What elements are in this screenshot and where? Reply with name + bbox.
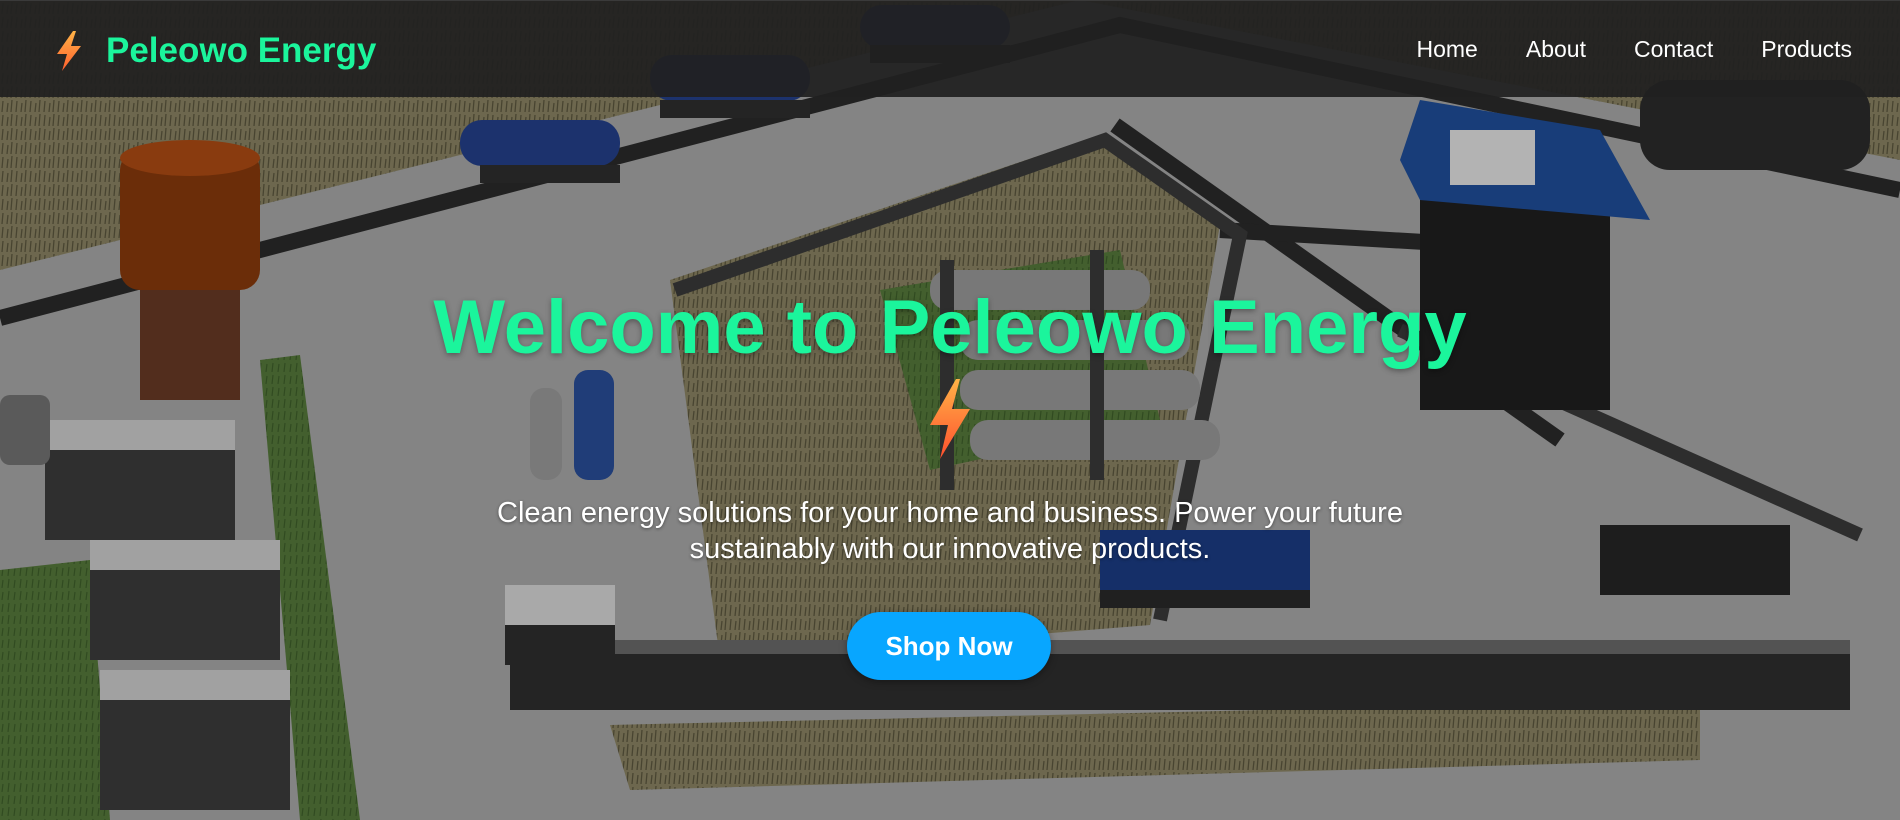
- nav-link-products[interactable]: Products: [1761, 34, 1852, 64]
- brand[interactable]: Peleowo Energy: [54, 31, 376, 71]
- hero-description: Clean energy solutions for your home and…: [497, 497, 1403, 565]
- shop-now-button[interactable]: Shop Now: [847, 612, 1051, 680]
- hero-content: Welcome to Peleowo Energy Clean energy s…: [350, 285, 1550, 567]
- nav-link-contact[interactable]: Contact: [1634, 34, 1713, 64]
- lightning-bolt-icon: [930, 379, 970, 459]
- nav-link-home[interactable]: Home: [1417, 34, 1478, 64]
- navbar: Peleowo Energy Home About Contact Produc…: [0, 0, 1900, 97]
- nav-link-about[interactable]: About: [1526, 34, 1586, 64]
- hero-section: Welcome to Peleowo Energy Clean energy s…: [0, 0, 1900, 820]
- nav-menu: Home About Contact Products: [1417, 34, 1853, 64]
- lightning-bolt-icon: [57, 31, 81, 71]
- hero-title: Welcome to Peleowo Energy: [433, 285, 1467, 370]
- brand-name: Peleowo Energy: [106, 31, 377, 70]
